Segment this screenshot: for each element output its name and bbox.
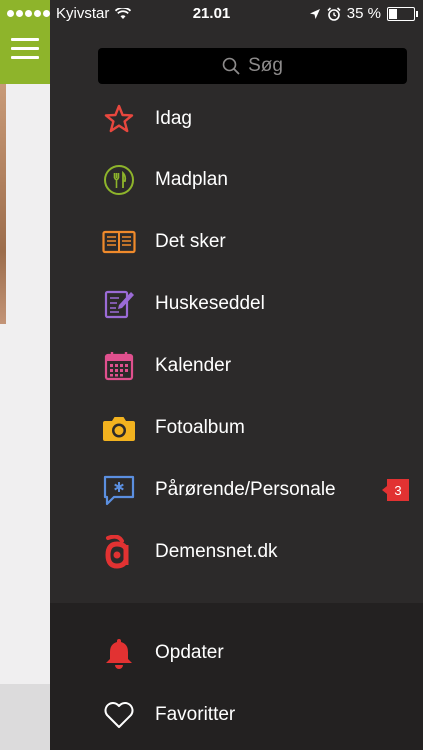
menu-item-label: Opdater [155,642,224,663]
hamburger-line [11,37,39,41]
menu-item-label: Det sker [155,231,226,252]
notification-badge: 3 [382,479,409,501]
menu-item-fotoalbum[interactable]: Fotoalbum [50,397,423,459]
menu-item-demensnet[interactable]: Demensnet.dk [50,521,423,583]
location-arrow-icon [309,8,320,19]
open-book-icon [101,224,137,260]
fork-knife-icon [101,162,137,198]
menu-item-parorende-personale[interactable]: Pårørende/Personale 3 [50,459,423,521]
content-pane [0,0,50,750]
notepad-pencil-icon [101,286,137,322]
menu-item-label: Pårørende/Personale [155,479,336,500]
menu-item-kalender[interactable]: Kalender [50,335,423,397]
content-footer [0,684,50,750]
calendar-icon [101,348,137,384]
menu-item-label: Favoritter [155,704,236,725]
chat-bubble-icon [101,472,137,508]
status-bar: Kyivstar 21.01 35 % [0,0,423,28]
heart-outline-icon [101,697,137,733]
star-icon [101,101,137,137]
menu-item-label: Fotoalbum [155,417,245,438]
battery-icon [387,6,418,21]
menu-item-label: Demensnet.dk [155,541,278,562]
bottom-menu: Opdater Favoritter [50,603,423,750]
menu-item-idag[interactable]: Idag [50,88,423,150]
search-placeholder: Søg [248,55,283,76]
menu-item-det-sker[interactable]: Det sker [50,211,423,273]
menu-item-huskeseddel[interactable]: Huskeseddel [50,273,423,335]
side-menu: Søg Idag Madplan Det sker Huskeseddel Ka… [50,0,423,750]
menu-item-label: Madplan [155,169,228,190]
battery-percent: 35 % [346,5,381,22]
hamburger-line [11,46,39,50]
bell-icon [101,635,137,671]
hamburger-line [11,55,39,59]
camera-icon [101,410,137,446]
menu-item-label: Idag [155,108,192,129]
demensnet-logo-icon [101,534,137,570]
background-photo [0,84,6,324]
menu-item-label: Kalender [155,355,232,376]
menu-item-favoritter[interactable]: Favoritter [50,684,423,746]
menu-item-label: Huskeseddel [155,293,265,314]
menu-item-opdater[interactable]: Opdater [50,622,423,684]
search-field[interactable]: Søg [98,48,407,84]
menu-item-madplan[interactable]: Madplan [50,149,423,211]
search-icon [222,57,240,75]
alarm-clock-icon [327,6,341,21]
